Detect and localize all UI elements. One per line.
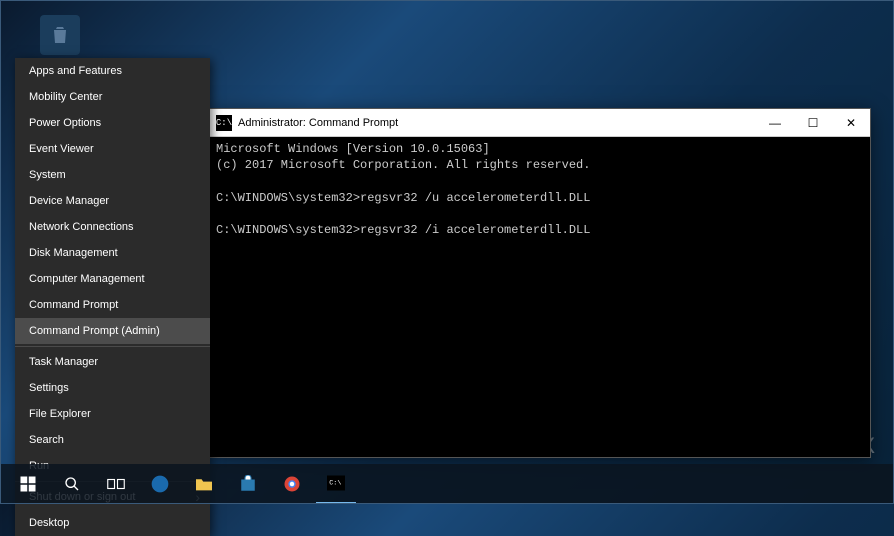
search-icon[interactable] bbox=[52, 464, 92, 504]
menu-item-disk-management[interactable]: Disk Management bbox=[15, 240, 210, 266]
minimize-button[interactable]: — bbox=[756, 109, 794, 137]
menu-item-system[interactable]: System bbox=[15, 162, 210, 188]
recycle-bin-icon bbox=[40, 15, 80, 55]
menu-item-command-prompt-admin[interactable]: Command Prompt (Admin) bbox=[15, 318, 210, 344]
taskbar-app-chrome[interactable] bbox=[272, 464, 312, 504]
menu-item-settings[interactable]: Settings bbox=[15, 375, 210, 401]
menu-item-computer-management[interactable]: Computer Management bbox=[15, 266, 210, 292]
taskbar-app-store[interactable] bbox=[228, 464, 268, 504]
window-titlebar[interactable]: C:\ Administrator: Command Prompt — ☐ ✕ bbox=[210, 109, 870, 137]
close-button[interactable]: ✕ bbox=[832, 109, 870, 137]
command-prompt-window: C:\ Administrator: Command Prompt — ☐ ✕ … bbox=[209, 108, 871, 458]
menu-item-device-manager[interactable]: Device Manager bbox=[15, 188, 210, 214]
menu-item-task-manager[interactable]: Task Manager bbox=[15, 349, 210, 375]
taskbar-app-explorer[interactable] bbox=[184, 464, 224, 504]
taskbar-app-edge[interactable] bbox=[140, 464, 180, 504]
window-title: Administrator: Command Prompt bbox=[238, 117, 756, 129]
svg-text:C:\: C:\ bbox=[329, 480, 341, 488]
menu-item-apps-and-features[interactable]: Apps and Features bbox=[15, 58, 210, 84]
menu-separator bbox=[15, 346, 210, 347]
taskbar: C:\ bbox=[0, 464, 894, 504]
task-view-icon[interactable] bbox=[96, 464, 136, 504]
menu-item-mobility-center[interactable]: Mobility Center bbox=[15, 84, 210, 110]
menu-item-network-connections[interactable]: Network Connections bbox=[15, 214, 210, 240]
menu-item-file-explorer[interactable]: File Explorer bbox=[15, 401, 210, 427]
cmd-icon: C:\ bbox=[216, 115, 232, 131]
maximize-button[interactable]: ☐ bbox=[794, 109, 832, 137]
terminal-output[interactable]: Microsoft Windows [Version 10.0.15063] (… bbox=[210, 137, 870, 457]
menu-item-search[interactable]: Search bbox=[15, 427, 210, 453]
menu-item-command-prompt[interactable]: Command Prompt bbox=[15, 292, 210, 318]
menu-item-desktop[interactable]: Desktop bbox=[15, 510, 210, 536]
taskbar-app-cmd[interactable]: C:\ bbox=[316, 464, 356, 504]
start-button[interactable] bbox=[8, 464, 48, 504]
menu-item-power-options[interactable]: Power Options bbox=[15, 110, 210, 136]
menu-item-event-viewer[interactable]: Event Viewer bbox=[15, 136, 210, 162]
